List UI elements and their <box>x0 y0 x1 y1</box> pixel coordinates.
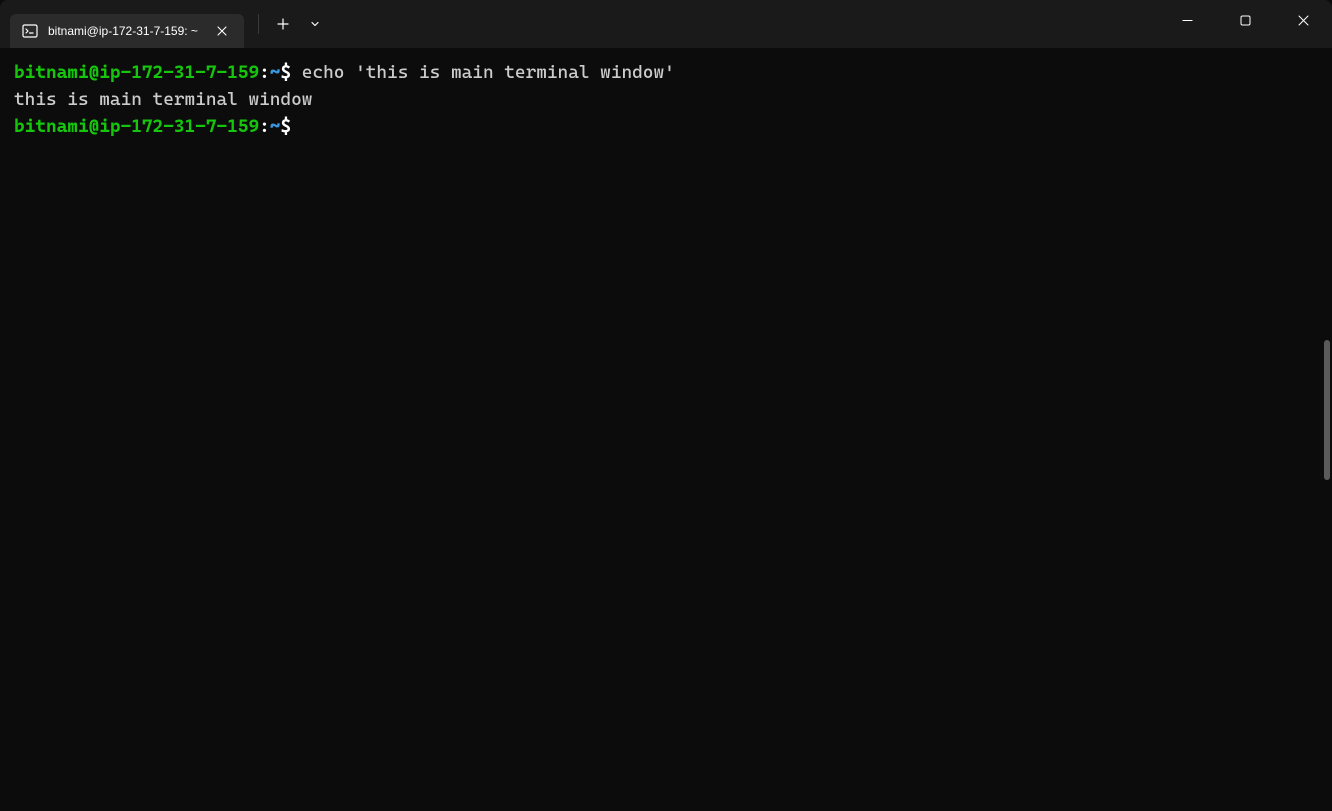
terminal-body[interactable]: bitnami@ip-172-31-7-159:~$ echo 'this is… <box>0 48 1332 153</box>
terminal-line-1: bitnami@ip-172-31-7-159:~$ echo 'this is… <box>14 60 1318 87</box>
window-controls <box>1158 0 1332 40</box>
command-text: echo 'this is main terminal window' <box>291 62 675 83</box>
terminal-tab-icon <box>22 23 38 39</box>
command-text <box>291 116 302 137</box>
prompt-colon: : <box>259 116 270 137</box>
new-tab-button[interactable] <box>267 8 299 40</box>
tab-divider <box>258 14 259 34</box>
prompt-user: bitnami@ip-172-31-7-159 <box>14 116 259 137</box>
terminal-output-line: this is main terminal window <box>14 87 1318 114</box>
minimize-button[interactable] <box>1158 0 1216 40</box>
prompt-dollar: $ <box>280 62 291 83</box>
prompt-dollar: $ <box>280 116 291 137</box>
tab-title: bitnami@ip-172-31-7-159: ~ <box>48 24 198 38</box>
prompt-path: ~ <box>270 116 281 137</box>
new-tab-area <box>252 0 329 48</box>
prompt-user: bitnami@ip-172-31-7-159 <box>14 62 259 83</box>
terminal-tab[interactable]: bitnami@ip-172-31-7-159: ~ <box>10 14 244 48</box>
tab-close-button[interactable] <box>214 23 230 39</box>
terminal-line-2: bitnami@ip-172-31-7-159:~$ <box>14 114 1318 141</box>
prompt-colon: : <box>259 62 270 83</box>
tab-dropdown-button[interactable] <box>301 8 329 40</box>
scrollbar-thumb[interactable] <box>1324 340 1330 480</box>
close-button[interactable] <box>1274 0 1332 40</box>
window-titlebar: bitnami@ip-172-31-7-159: ~ <box>0 0 1332 48</box>
tabs-area: bitnami@ip-172-31-7-159: ~ <box>0 0 329 48</box>
maximize-button[interactable] <box>1216 0 1274 40</box>
prompt-path: ~ <box>270 62 281 83</box>
output-text: this is main terminal window <box>14 89 312 110</box>
